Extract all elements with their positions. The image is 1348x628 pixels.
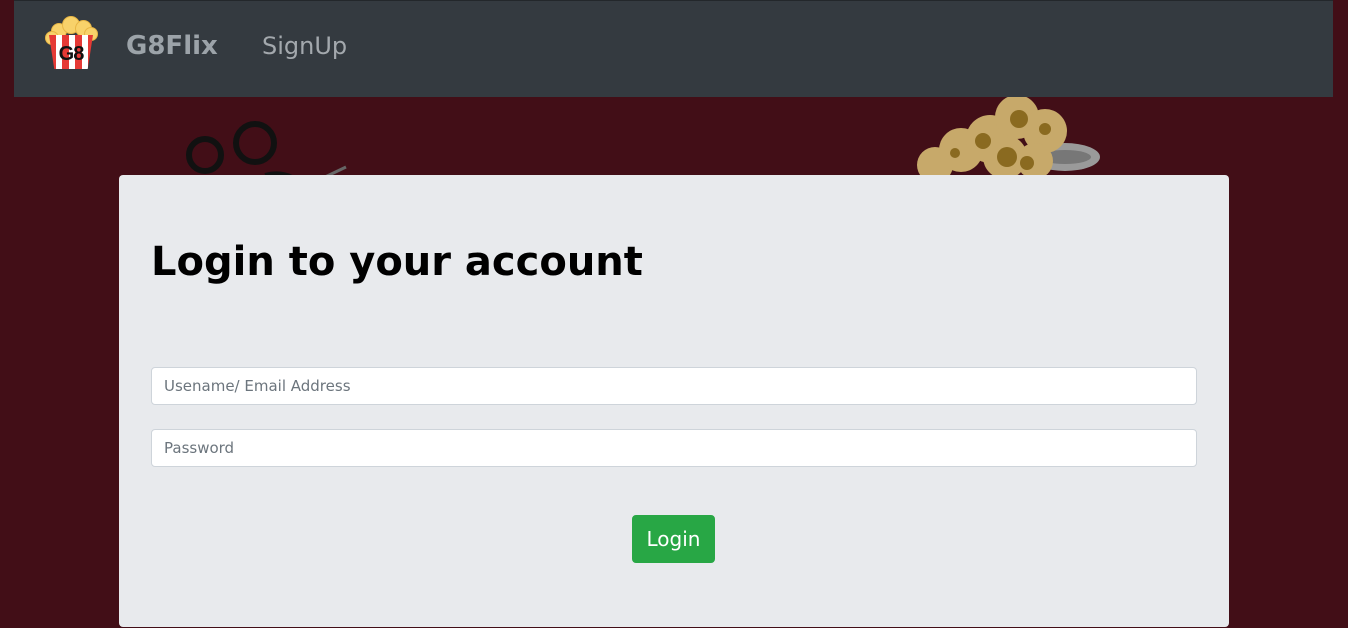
- navbar: G8 G8Flix SignUp: [14, 0, 1333, 97]
- login-title: Login to your account: [151, 239, 643, 285]
- popcorn-bowl-decoration-icon: [917, 95, 1100, 183]
- brand-name[interactable]: G8Flix: [126, 31, 218, 61]
- login-card: Login to your account Login: [119, 175, 1229, 627]
- login-button[interactable]: Login: [632, 515, 715, 563]
- username-email-input[interactable]: [151, 367, 1197, 405]
- logo-text: G8: [58, 43, 85, 65]
- password-input[interactable]: [151, 429, 1197, 467]
- popcorn-logo-icon[interactable]: G8: [43, 13, 99, 73]
- signup-link[interactable]: SignUp: [262, 32, 347, 60]
